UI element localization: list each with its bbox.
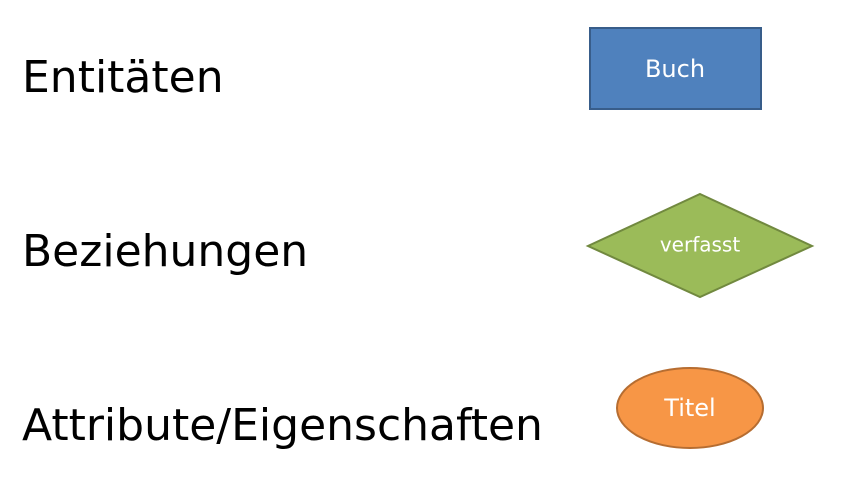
entity-example-text: Buch (645, 55, 705, 83)
relationship-example: verfasst (585, 192, 815, 299)
attribute-example-text: Titel (663, 394, 715, 422)
relationship-example-text: verfasst (660, 233, 741, 257)
entity-example: Buch (589, 27, 762, 110)
er-notation-shapes: Buch verfasst Titel (585, 27, 815, 449)
attribute-example: Titel (616, 367, 764, 449)
